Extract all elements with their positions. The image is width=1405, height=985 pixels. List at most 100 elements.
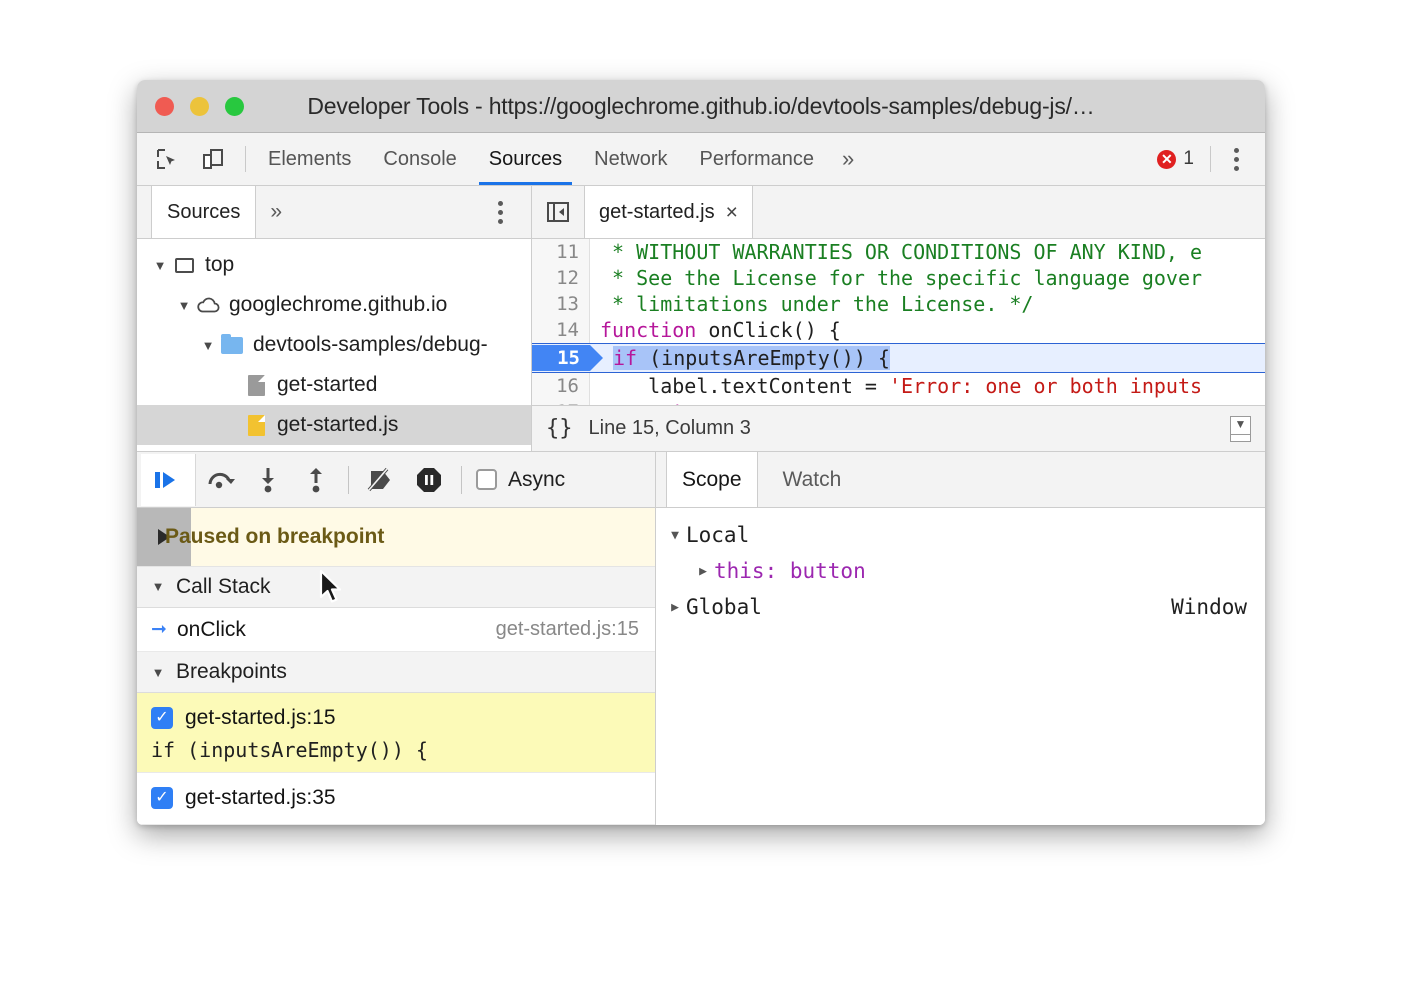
call-stack-section-header[interactable]: Call Stack <box>137 567 655 608</box>
more-tabs-icon[interactable]: » <box>830 133 866 185</box>
code-editor[interactable]: 11 * WITHOUT WARRANTIES OR CONDITIONS OF… <box>532 239 1265 405</box>
breakpoints-section-header[interactable]: Breakpoints <box>137 652 655 693</box>
scope-row-global[interactable]: Global Window <box>656 589 1265 625</box>
window-titlebar: Developer Tools - https://googlechrome.g… <box>137 80 1265 133</box>
maximize-window-button[interactable] <box>225 97 244 116</box>
close-window-button[interactable] <box>155 97 174 116</box>
line-content: if (inputsAreEmpty()) { <box>590 346 1265 370</box>
editor-status-right: ▼ <box>1230 416 1251 442</box>
breakpoint-item[interactable]: ✓ get-started.js:15 if (inputsAreEmpty()… <box>137 693 655 773</box>
async-checkbox-group[interactable]: Async <box>470 468 565 492</box>
navigator-options-button[interactable] <box>483 186 531 238</box>
code-token: * See the License for the specific langu… <box>600 266 1202 290</box>
chevron-right-icon[interactable] <box>664 600 686 615</box>
tree-item-get-started[interactable]: get-started <box>137 365 531 405</box>
line-number[interactable]: 13 <box>532 291 590 317</box>
chevron-right-icon[interactable] <box>692 564 714 579</box>
code-token: * WITHOUT WARRANTIES OR CONDITIONS OF AN… <box>600 240 1202 264</box>
tab-sources[interactable]: Sources <box>473 133 578 185</box>
breakpoint-snippet: if (inputsAreEmpty()) { <box>137 734 655 762</box>
resume-script-execution-button[interactable] <box>141 454 196 506</box>
more-tabs-dropdown-icon[interactable]: ▼ <box>1230 416 1251 442</box>
line-number[interactable]: 16 <box>532 373 590 399</box>
tree-item-label: get-started.js <box>277 413 398 437</box>
current-frame-arrow-icon: ➞ <box>151 618 177 641</box>
tab-scope[interactable]: Scope <box>666 452 758 507</box>
code-line: 17 return; <box>532 399 1265 405</box>
minimize-window-button[interactable] <box>190 97 209 116</box>
tree-item-label: top <box>205 253 234 277</box>
call-stack-frame-location: get-started.js:15 <box>496 618 639 641</box>
tree-item-googlechrome-github-io[interactable]: googlechrome.github.io <box>137 285 531 325</box>
sources-top-row: Sources » top <box>137 186 1265 452</box>
pretty-print-icon[interactable]: {} <box>546 416 573 441</box>
error-count-label: 1 <box>1183 148 1194 170</box>
code-line: 13 * limitations under the License. */ <box>532 291 1265 317</box>
scope-row-this[interactable]: this: button <box>656 553 1265 589</box>
chevron-down-icon[interactable] <box>149 258 171 273</box>
pause-on-exceptions-button[interactable] <box>405 454 453 506</box>
more-options-icon[interactable] <box>1219 139 1253 179</box>
tree-item-devtools-samples[interactable]: devtools-samples/debug- <box>137 325 531 365</box>
device-toolbar-icon[interactable] <box>195 141 231 177</box>
tree-item-top[interactable]: top <box>137 245 531 285</box>
line-content: * limitations under the License. */ <box>590 292 1265 316</box>
step-into-next-function-call-button[interactable] <box>244 454 292 506</box>
code-token: function <box>600 318 696 342</box>
chevron-down-icon[interactable] <box>149 665 167 680</box>
tab-network[interactable]: Network <box>578 133 683 185</box>
code-token: return; <box>600 400 732 405</box>
js-file-icon <box>243 415 269 436</box>
breakpoint-marker[interactable]: 15 <box>532 345 590 371</box>
call-stack-frame[interactable]: ➞ onClick get-started.js:15 <box>137 608 655 652</box>
code-token: * limitations under the License. */ <box>600 292 1033 316</box>
step-over-next-function-call-button[interactable] <box>196 454 244 506</box>
breakpoints-title: Breakpoints <box>176 660 287 684</box>
show-navigator-icon[interactable] <box>532 186 584 238</box>
breakpoint-item[interactable]: ✓ get-started.js:35 <box>137 773 655 825</box>
breakpoint-checkbox[interactable]: ✓ <box>151 707 173 729</box>
editor-tab-get-started-js[interactable]: get-started.js × <box>584 186 753 238</box>
code-token: (inputsAreEmpty()) { <box>637 346 890 370</box>
navigator-more-icon[interactable]: » <box>256 186 296 238</box>
line-content: label.textContent = 'Error: one or both … <box>590 374 1265 398</box>
file-tree: top googlechrome.github.io <box>137 239 531 451</box>
step-out-of-current-function-button[interactable] <box>292 454 340 506</box>
inspect-element-icon[interactable] <box>149 141 185 177</box>
navigator-tabbar: Sources » <box>137 186 531 239</box>
tree-item-label: googlechrome.github.io <box>229 293 447 317</box>
error-count-badge[interactable]: ✕ 1 <box>1149 148 1202 170</box>
breakpoint-checkbox[interactable]: ✓ <box>151 787 173 809</box>
scope-row-local[interactable]: Local <box>656 517 1265 553</box>
breakpoint-header: ✓ get-started.js:15 <box>137 702 655 734</box>
close-icon[interactable]: × <box>726 202 738 223</box>
line-number[interactable]: 17 <box>532 399 590 405</box>
chevron-down-icon[interactable] <box>149 579 167 594</box>
scope-row-value: Window <box>1171 595 1265 619</box>
devtools-panel-tabs: Elements Console Sources Network Perform… <box>252 133 866 185</box>
more-options-icon[interactable] <box>483 192 517 232</box>
call-stack-frame-name: onClick <box>177 618 246 642</box>
devtools-body: Sources » top <box>137 186 1265 825</box>
tab-elements[interactable]: Elements <box>252 133 367 185</box>
line-number[interactable]: 14 <box>532 317 590 343</box>
line-content: * WITHOUT WARRANTIES OR CONDITIONS OF AN… <box>590 240 1265 264</box>
line-content: function onClick() { <box>590 318 1265 342</box>
chevron-down-icon[interactable] <box>173 298 195 313</box>
async-checkbox[interactable] <box>476 469 497 490</box>
chevron-down-icon[interactable] <box>197 338 219 353</box>
tree-item-get-started-js[interactable]: get-started.js <box>137 405 531 445</box>
debugger-toolbar-divider-2 <box>461 466 462 494</box>
deactivate-breakpoints-button[interactable] <box>357 454 405 506</box>
line-number[interactable]: 12 <box>532 265 590 291</box>
scope-row-label: Global <box>686 595 762 619</box>
line-number[interactable]: 11 <box>532 239 590 265</box>
devtools-main-toolbar: Elements Console Sources Network Perform… <box>137 133 1265 186</box>
navigator-tab-sources[interactable]: Sources <box>151 186 256 238</box>
tab-console[interactable]: Console <box>367 133 472 185</box>
debugger-toolbar-divider <box>348 466 349 494</box>
toolbar-right-group: ✕ 1 <box>1149 133 1265 185</box>
tab-performance[interactable]: Performance <box>684 133 831 185</box>
chevron-down-icon[interactable] <box>664 528 686 543</box>
tab-watch[interactable]: Watch <box>768 452 857 507</box>
